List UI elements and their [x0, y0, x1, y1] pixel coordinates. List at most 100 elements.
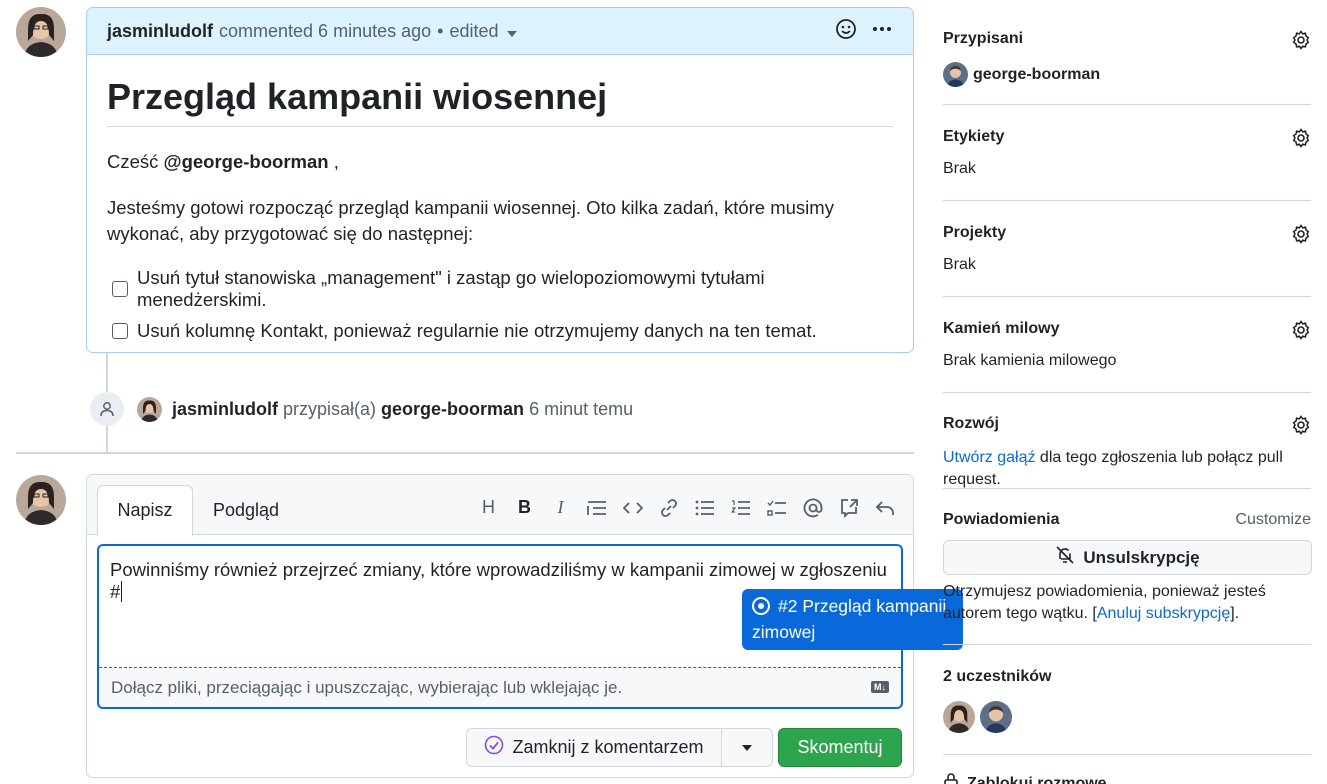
notification-reason: Otrzymujesz powiadomienia, ponieważ jest…: [943, 581, 1283, 625]
gear-icon[interactable]: [1291, 224, 1311, 249]
timeline-divider: [16, 452, 914, 454]
assignee-avatar: [943, 62, 968, 87]
comment-button[interactable]: Skomentuj: [778, 728, 902, 767]
projects-section: Projekty Brak: [943, 224, 1311, 274]
lock-label: Zablokuj rozmowę: [967, 774, 1107, 784]
greeting: Cześć @george-boorman ,: [107, 149, 893, 175]
customize-link[interactable]: Customize: [1235, 511, 1311, 529]
suggestion-label: #2 Przegląd kampanii zimowej: [752, 596, 947, 642]
assignees-title[interactable]: Przypisani: [943, 30, 1311, 48]
bold-icon[interactable]: B: [514, 497, 535, 518]
cancel-subscription-link[interactable]: Anuluj subskrypcję: [1097, 605, 1230, 622]
create-branch-link[interactable]: Utwórz gałąź: [943, 449, 1035, 466]
event-actor-avatar[interactable]: [137, 396, 162, 422]
link-icon[interactable]: [658, 497, 679, 518]
attach-hint: Dołącz pliki, przeciągając i upuszczając…: [111, 677, 623, 697]
reply-icon[interactable]: [874, 497, 895, 518]
notifications-section: Powiadomienia Customize: [943, 511, 1311, 529]
close-button-label: Zamknij z komentarzem: [512, 737, 704, 757]
separator-dot: •: [437, 20, 444, 41]
sidebar-divider: [943, 754, 1311, 755]
markdown-icon[interactable]: M↓: [871, 681, 889, 693]
comment-meta[interactable]: commented 6 minutes ago: [219, 21, 431, 42]
unsubscribe-label: Unsulskrypcję: [1083, 547, 1200, 567]
greeting-suffix: ,: [333, 151, 339, 173]
mention-icon[interactable]: [802, 497, 823, 518]
task-checkbox[interactable]: [112, 280, 128, 297]
labels-title[interactable]: Etykiety: [943, 128, 1311, 146]
gear-icon[interactable]: [1291, 320, 1311, 345]
bullet-list-icon[interactable]: [694, 497, 715, 518]
mention-link[interactable]: @george-boorman: [164, 151, 329, 172]
text-cursor: [121, 581, 128, 602]
close-options-button[interactable]: [721, 728, 773, 767]
milestone-value: Brak kamienia milowego: [943, 352, 1117, 369]
edited-dropdown[interactable]: edited: [449, 20, 517, 42]
gear-icon[interactable]: [1291, 128, 1311, 153]
comment-body: Przegląd kampanii wiosennej Cześć @georg…: [87, 55, 913, 342]
timeline-line: [106, 426, 108, 452]
projects-title[interactable]: Projekty: [943, 224, 1311, 242]
smiley-icon[interactable]: [835, 18, 857, 45]
code-icon[interactable]: [622, 497, 643, 518]
sidebar-divider: [943, 296, 1311, 297]
heading-icon[interactable]: H: [478, 497, 499, 518]
comment-author[interactable]: jasminludolf: [107, 21, 213, 42]
notification-reason-end: ].: [1230, 605, 1240, 622]
event-action: przypisał(a): [283, 398, 377, 419]
italic-icon[interactable]: I: [550, 497, 571, 518]
tab-write[interactable]: Napisz: [97, 485, 193, 536]
task-label: Usuń tytuł stanowiska „management" i zas…: [137, 266, 765, 310]
milestone-section: Kamień milowy Brak kamienia milowego: [943, 320, 1311, 370]
task-list-icon[interactable]: [766, 497, 787, 518]
issue-suggestion[interactable]: #2 Przegląd kampanii zimowej: [742, 589, 963, 650]
sidebar-divider: [943, 104, 1311, 105]
gear-icon[interactable]: [1291, 30, 1311, 55]
bell-slash-icon: [1055, 545, 1075, 570]
timeline-line: [106, 353, 108, 392]
gear-icon[interactable]: [1291, 415, 1311, 440]
attach-files-area[interactable]: Dołącz pliki, przeciągając i upuszczając…: [99, 667, 901, 707]
greeting-prefix: Cześć: [107, 151, 159, 173]
numbered-list-icon[interactable]: [730, 497, 751, 518]
milestone-title[interactable]: Kamień milowy: [943, 320, 1311, 338]
participants-list: [943, 701, 1311, 733]
sidebar-divider: [943, 644, 1311, 645]
event-actor[interactable]: jasminludolf: [172, 399, 278, 420]
edited-label: edited: [449, 20, 499, 41]
participants-section: 2 uczestników: [943, 668, 1311, 733]
task-item: Usuń tytuł stanowiska „management" i zas…: [112, 267, 893, 311]
issue-comment: jasminludolf commented 6 minutes ago • e…: [86, 7, 914, 353]
lock-conversation-link[interactable]: Zablokuj rozmowę: [943, 772, 1107, 784]
tab-preview[interactable]: Podgląd: [205, 485, 287, 536]
participants-title: 2 uczestników: [943, 668, 1052, 685]
kebab-menu-icon[interactable]: [871, 18, 893, 45]
editor-header: Napisz Podgląd H B I: [87, 475, 913, 536]
comment-title: Przegląd kampanii wiosennej: [107, 75, 893, 128]
event-target[interactable]: george-boorman: [381, 399, 524, 420]
current-user-avatar[interactable]: [16, 475, 66, 525]
author-avatar[interactable]: [16, 7, 66, 57]
unsubscribe-button[interactable]: Unsulskrypcję: [943, 540, 1312, 575]
person-icon: [90, 392, 124, 426]
labels-value: Brak: [943, 160, 976, 177]
sidebar-divider: [943, 392, 1311, 393]
chevron-down-icon: [742, 744, 752, 751]
close-with-comment-button[interactable]: Zamknij z komentarzem: [466, 728, 722, 767]
task-checkbox[interactable]: [112, 322, 128, 339]
quote-icon[interactable]: [586, 497, 607, 518]
check-circle-icon: [484, 735, 504, 760]
participant-avatar[interactable]: [980, 701, 1012, 733]
sidebar-divider: [943, 200, 1311, 201]
cross-reference-icon[interactable]: [838, 497, 859, 518]
event-time[interactable]: 6 minut temu: [529, 399, 633, 420]
assignee-name: george-boorman: [973, 65, 1101, 83]
development-title[interactable]: Rozwój: [943, 415, 1311, 433]
labels-section: Etykiety Brak: [943, 128, 1311, 178]
chevron-down-icon: [506, 30, 517, 37]
task-item: Usuń kolumnę Kontakt, ponieważ regularni…: [112, 320, 893, 342]
participant-avatar[interactable]: [943, 701, 975, 733]
assign-event: jasminludolf przypisał(a) george-boorman…: [90, 392, 633, 426]
development-section: Rozwój Utwórz gałąź dla tego zgłoszenia …: [943, 415, 1311, 491]
assignee-item[interactable]: george-boorman: [943, 62, 1311, 87]
